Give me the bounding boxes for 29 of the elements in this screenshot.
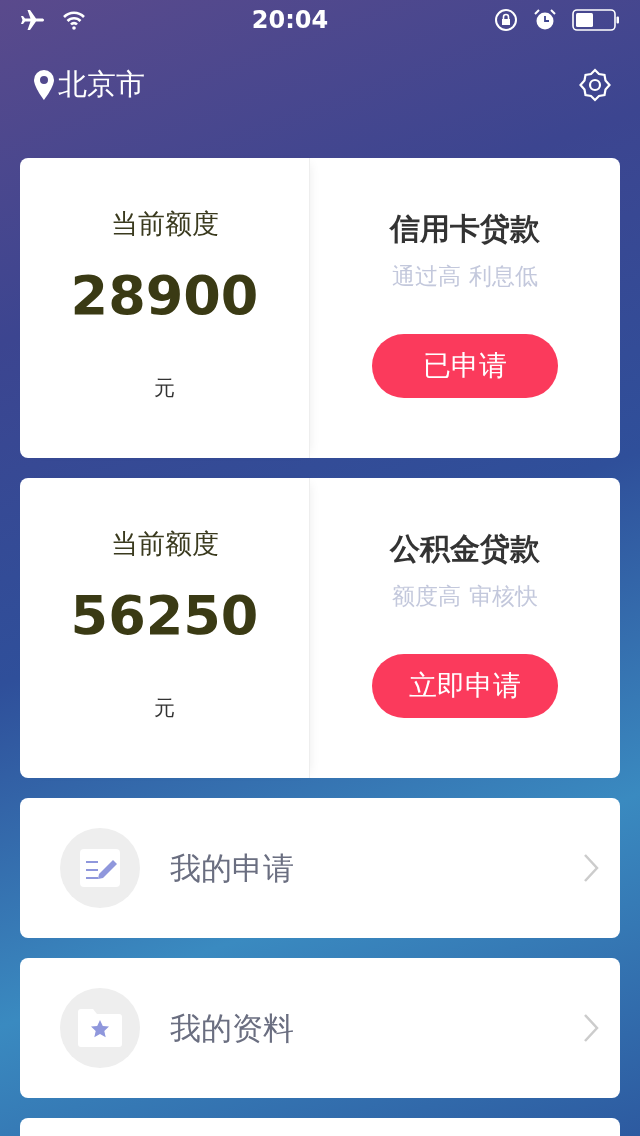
loan-tagline: 额度高 审核快: [392, 582, 538, 611]
loan-title: 公积金贷款: [390, 530, 540, 568]
apply-button[interactable]: 已申请: [372, 333, 558, 398]
status-time: 20:04: [251, 5, 329, 36]
chevron-right-icon: [582, 1012, 600, 1044]
rotation-lock-icon: [494, 8, 518, 32]
loan-tagline: 通过高 利息低: [392, 262, 538, 291]
limit-label: 当前额度: [110, 527, 219, 561]
menu-label: 我的申请: [170, 848, 295, 888]
location-pin-icon: [34, 70, 54, 100]
alarm-icon: [534, 9, 556, 31]
limit-label: 当前额度: [110, 207, 219, 241]
wifi-icon: [62, 10, 86, 30]
airplane-icon: [20, 9, 46, 31]
settings-icon[interactable]: [578, 68, 612, 102]
limit-amount: 56250: [70, 588, 259, 643]
currency-unit: 元: [154, 694, 175, 722]
chevron-right-icon: [582, 852, 600, 884]
menu-item[interactable]: 我的资料: [20, 958, 620, 1098]
loan-title: 信用卡贷款: [390, 210, 540, 248]
apply-button[interactable]: 立即申请: [372, 653, 558, 718]
currency-unit: 元: [154, 374, 175, 402]
battery-icon: [572, 9, 620, 31]
folder-star-icon: [77, 1008, 123, 1048]
menu-label: 我的资料: [170, 1008, 295, 1048]
edit-note-icon: [79, 847, 121, 889]
city-selector[interactable]: 北京市: [58, 63, 145, 107]
limit-amount: 28900: [70, 268, 259, 323]
menu-item[interactable]: 我的申请: [20, 798, 620, 938]
